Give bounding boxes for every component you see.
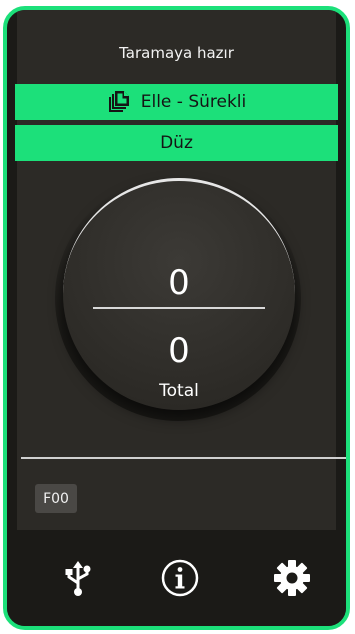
device-frame: Taramaya hazır Elle - Sürekli Düz 0 0 To… [3,6,350,630]
counter-dial: 0 0 Total [63,178,295,410]
divider-line [21,457,346,459]
documents-icon [107,90,131,114]
count-divider [93,307,265,309]
scan-mode-button[interactable]: Elle - Sürekli [15,84,338,120]
total-count: 0 [168,331,190,371]
scan-mode-label: Elle - Sürekli [140,92,247,112]
gear-icon [272,558,312,602]
status-text: Taramaya hazır [119,44,234,62]
usb-icon [63,559,93,601]
current-count: 0 [168,263,190,303]
scan-type-button[interactable]: Düz [15,125,338,161]
info-button[interactable] [155,555,205,605]
error-code-badge: F00 [35,484,77,513]
total-label: Total [159,381,199,401]
scan-type-label: Düz [160,133,193,153]
info-icon [160,558,200,602]
usb-button[interactable] [53,555,103,605]
settings-button[interactable] [267,555,317,605]
